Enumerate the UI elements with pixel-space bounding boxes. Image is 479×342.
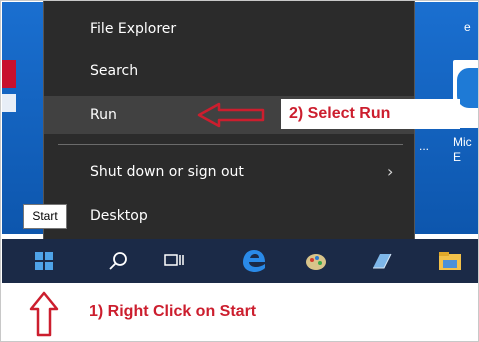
menu-item-label: File Explorer [90, 21, 177, 37]
search-icon [109, 252, 127, 270]
desktop-icon-left[interactable] [2, 60, 18, 138]
acrobat-icon [2, 60, 16, 88]
taskbar [2, 239, 478, 283]
menu-item-file-explorer[interactable]: File Explorer [44, 10, 414, 48]
paint-taskbar-button[interactable] [296, 239, 336, 283]
menu-item-search[interactable]: Search [44, 52, 414, 90]
screenshot: Mic E ... e File Explorer Search Run Shu… [0, 0, 479, 342]
arrow-up-icon [29, 291, 59, 337]
menu-separator [58, 144, 403, 145]
annotation-step-2: 2) Select Run [281, 99, 460, 129]
task-view-button[interactable] [154, 239, 194, 283]
menu-item-label: Desktop [90, 208, 148, 224]
paint-icon [306, 254, 326, 270]
annotation-step-1: 1) Right Click on Start [89, 303, 257, 320]
edge-logo-icon [457, 68, 478, 108]
file-explorer-icon [439, 252, 461, 270]
task-view-icon [164, 254, 184, 266]
file-explorer-taskbar-button[interactable] [430, 239, 470, 283]
app-taskbar-button[interactable] [362, 239, 402, 283]
menu-item-shut-down[interactable]: Shut down or sign out › [44, 153, 414, 191]
desktop-label-fragment: e [464, 20, 471, 34]
search-button[interactable] [98, 239, 138, 283]
menu-item-label: Run [90, 107, 117, 123]
app-icon [373, 253, 392, 269]
arrow-left-icon [197, 102, 265, 128]
edge-icon [243, 250, 265, 272]
document-icon [2, 94, 16, 112]
menu-item-label: Shut down or sign out [90, 164, 244, 180]
desktop-label-ellipsis: ... [419, 139, 430, 153]
edge-taskbar-button[interactable] [234, 239, 274, 283]
menu-item-desktop[interactable]: Desktop [44, 197, 414, 235]
edge-desktop-label: Mic E [453, 135, 472, 164]
chevron-right-icon: › [387, 162, 394, 181]
start-tooltip: Start [23, 204, 67, 229]
windows-start-icon [35, 252, 53, 270]
start-button[interactable] [24, 239, 64, 283]
menu-item-label: Search [90, 63, 139, 79]
